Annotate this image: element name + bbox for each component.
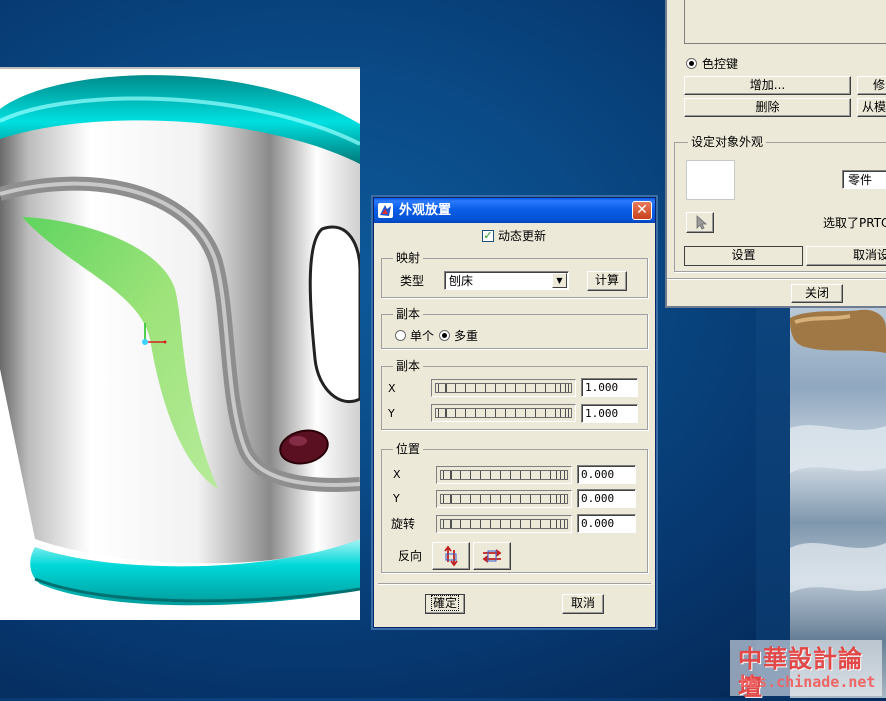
appearance-placement-dialog: 外观放置 ✕ ✓ 动态更新 映射 类型 刨床 ▼ 计算 副本 单个 多重 副本 …: [373, 197, 656, 628]
multiple-radio-label: 多重: [454, 329, 479, 343]
flip-horizontal-icon: [482, 549, 502, 563]
modify-button[interactable]: 修: [857, 76, 886, 95]
watermark-url: bbs.chinade.net: [740, 673, 876, 691]
appearance-swatch[interactable]: [686, 160, 735, 200]
set-appearance-group-label: 设定对象外观: [688, 135, 767, 149]
kettle-handle: [308, 225, 360, 404]
copy-x-field[interactable]: 1.000: [581, 378, 638, 397]
rotate-field[interactable]: 0.000: [577, 514, 636, 533]
position-x-slider[interactable]: [436, 466, 572, 484]
rotate-slider[interactable]: [436, 515, 572, 533]
position-y-label: Y: [393, 492, 400, 505]
ok-button-label: 確定: [430, 595, 459, 611]
dynamic-update-label: 动态更新: [498, 229, 547, 243]
compute-button[interactable]: 计算: [587, 271, 627, 291]
flip-vertical-button[interactable]: [432, 542, 470, 570]
position-y-slider[interactable]: [436, 490, 572, 508]
flip-horizontal-button[interactable]: [473, 542, 511, 570]
position-x-field[interactable]: 0.000: [577, 465, 636, 484]
cancel-button[interactable]: 取消: [562, 594, 604, 614]
position-x-label: X: [393, 468, 401, 481]
dialog-title: 外观放置: [399, 203, 452, 218]
position-group-label: 位置: [393, 442, 424, 456]
divider: [667, 278, 886, 280]
delete-button[interactable]: 删除: [684, 98, 851, 117]
add-button[interactable]: 增加...: [684, 76, 851, 95]
color-key-radio[interactable]: [686, 58, 697, 69]
set-button[interactable]: 设置: [684, 246, 803, 266]
model-viewport[interactable]: [0, 67, 360, 620]
title-bar[interactable]: 外观放置 ✕: [374, 198, 655, 223]
rotate-label: 旋转: [391, 517, 416, 531]
dynamic-update-checkbox[interactable]: ✓: [482, 230, 494, 242]
selected-object-label: 选取了PRTOO: [823, 216, 886, 230]
part-combo[interactable]: 零件: [842, 170, 886, 189]
type-select[interactable]: 刨床 ▼: [444, 271, 569, 290]
cancel-set-button[interactable]: 取消设: [806, 246, 886, 266]
type-select-value: 刨床: [449, 274, 474, 288]
chevron-down-icon[interactable]: ▼: [552, 273, 567, 288]
copy-mode-group-label: 副本: [393, 307, 424, 321]
copy-y-slider[interactable]: [431, 404, 576, 422]
flip-vertical-icon: [444, 545, 458, 567]
single-radio[interactable]: [395, 330, 406, 341]
close-icon[interactable]: ✕: [632, 201, 652, 220]
reverse-label: 反向: [398, 549, 423, 563]
ok-button[interactable]: 確定: [425, 594, 465, 614]
cursor-arrow-icon: [696, 215, 708, 230]
kettle-model-render: [0, 75, 360, 606]
single-radio-label: 单个: [410, 329, 435, 343]
creo-app-icon: [378, 203, 393, 218]
copy-x-slider[interactable]: [431, 379, 576, 397]
preview-list-frame: [684, 0, 886, 44]
color-key-label: 色控键: [702, 57, 739, 71]
type-label: 类型: [400, 274, 425, 288]
copy-scale-group-label: 副本: [393, 359, 424, 373]
from-model-button[interactable]: 从模: [857, 98, 886, 117]
copy-y-label: Y: [388, 407, 395, 420]
mapping-group-label: 映射: [393, 251, 424, 265]
position-y-field[interactable]: 0.000: [577, 489, 636, 508]
divider: [378, 583, 651, 585]
close-button[interactable]: 关闭: [791, 284, 843, 303]
copy-y-field[interactable]: 1.000: [581, 404, 638, 423]
appearance-editor-dialog: 色控键 增加... 修 删除 从模 设定对象外观 零件 选取了PRTOO 设置 …: [665, 0, 886, 308]
multiple-radio[interactable]: [439, 330, 450, 341]
copy-x-label: X: [388, 382, 396, 395]
pick-button[interactable]: [686, 212, 714, 233]
